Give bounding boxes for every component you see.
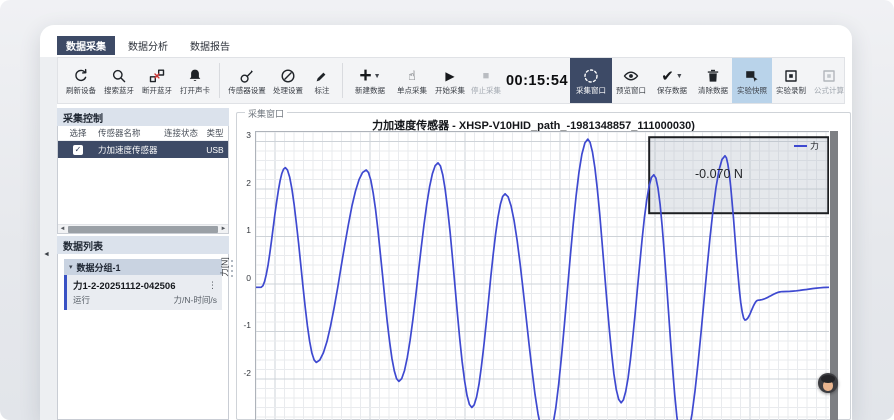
tab-data-collect[interactable]: 数据采集 xyxy=(57,36,115,55)
scroll-right-icon[interactable]: ► xyxy=(219,226,228,232)
scroll-left-icon[interactable]: ◄ xyxy=(58,226,67,232)
sensor-name: 力加速度传感器 xyxy=(98,144,160,156)
record-frame-icon xyxy=(783,67,799,86)
collect-window-button[interactable]: 采集窗口 xyxy=(570,58,612,103)
start-collect-button[interactable]: ▶ 开始采集 xyxy=(432,58,468,103)
y-tick: 1 xyxy=(233,225,251,235)
data-list-panel: 数据列表 ▾ 数据分组-1 力1-2-20251112-042506 ⋮ 运行 … xyxy=(57,236,229,420)
main-tabbar: 数据采集 数据分析 数据报告 xyxy=(57,37,239,54)
collect-control-panel: 采集控制 选择 传感器名称 连接状态 类型 ✓ 力加速度传感器 USB ◄ xyxy=(57,108,229,234)
bell-icon xyxy=(187,67,203,86)
experiment-snapshot-button[interactable]: 实验快照 xyxy=(732,58,772,103)
chevron-down-icon: ▼ xyxy=(374,73,381,80)
collect-control-header: 采集控制 xyxy=(57,108,229,126)
collect-timer: 00:15:54 xyxy=(504,58,570,103)
sensor-type: USB xyxy=(202,145,228,155)
assistant-avatar-button[interactable] xyxy=(818,373,838,393)
data-list-body: ▾ 数据分组-1 力1-2-20251112-042506 ⋮ 运行 力/N-时… xyxy=(57,254,229,420)
y-tick: -1 xyxy=(233,320,251,330)
y-tick: 0 xyxy=(233,273,251,283)
data-group-row[interactable]: ▾ 数据分组-1 xyxy=(64,259,222,275)
marker-icon xyxy=(314,67,330,86)
sensor-table: 选择 传感器名称 连接状态 类型 ✓ 力加速度传感器 USB ◄ ► xyxy=(57,126,229,234)
preview-window-button[interactable]: 预览窗口 xyxy=(612,58,650,103)
left-gutter xyxy=(40,57,57,420)
toolbar: 刷新设备 搜索蓝牙 断开蓝牙 打开声卡 xyxy=(57,57,845,104)
kebab-menu-icon[interactable]: ⋮ xyxy=(208,280,217,291)
y-tick: 3 xyxy=(233,130,251,140)
tab-data-analysis[interactable]: 数据分析 xyxy=(119,36,177,55)
sensor-settings-icon xyxy=(239,67,255,86)
sensor-table-header: 选择 传感器名称 连接状态 类型 xyxy=(58,126,228,141)
value-annotation: -0.070 N xyxy=(664,167,774,181)
data-item-axes: 力/N-时间/s xyxy=(174,294,217,306)
sensor-checkbox[interactable]: ✓ xyxy=(73,145,83,155)
dashed-circle-icon xyxy=(583,67,599,86)
stop-collect-button[interactable]: ■ 停止采集 xyxy=(468,58,504,103)
clear-data-button[interactable]: 清除数据 xyxy=(694,58,732,103)
refresh-device-button[interactable]: 刷新设备 xyxy=(62,58,100,103)
plus-icon: +▼ xyxy=(359,67,380,86)
chart-legend: 力 xyxy=(794,139,819,152)
chevron-down-icon: ▼ xyxy=(676,73,683,80)
search-icon xyxy=(111,67,127,86)
check-icon: ✔▼ xyxy=(661,67,683,86)
trash-icon xyxy=(705,67,721,86)
experiment-record-button[interactable]: 实验录制 xyxy=(772,58,810,103)
data-group-label: 数据分组-1 xyxy=(77,261,121,274)
eye-icon xyxy=(623,67,639,86)
app-canvas: ◄ 数据采集 数据分析 数据报告 刷新设备 搜索蓝牙 xyxy=(0,0,894,420)
y-tick: -2 xyxy=(233,368,251,378)
sensor-settings-button[interactable]: 传感器设置 xyxy=(225,58,269,103)
data-item-title: 力1-2-20251112-042506 xyxy=(73,278,175,292)
hand-point-icon: ☝ xyxy=(408,67,416,86)
edit-circle-icon xyxy=(280,67,296,86)
chart-plot-area[interactable]: 力 -0.070 N xyxy=(255,131,829,420)
scrollbar-thumb[interactable] xyxy=(68,226,218,233)
annotate-button[interactable]: 标注 xyxy=(307,58,337,103)
bluetooth-disconnect-icon xyxy=(149,67,165,86)
list-item[interactable]: 力1-2-20251112-042506 ⋮ 运行 力/N-时间/s xyxy=(64,275,222,310)
chevron-down-icon: ▾ xyxy=(69,263,73,271)
stop-icon: ■ xyxy=(483,67,490,86)
open-soundcard-button[interactable]: 打开声卡 xyxy=(176,58,214,103)
single-point-collect-button[interactable]: ☝ 单点采集 xyxy=(392,58,432,103)
collect-window-groupbox: 采集窗口 力加速度传感器 - XHSP-V10HID_path_-1981348… xyxy=(236,112,851,420)
y-tick: 2 xyxy=(233,178,251,188)
play-icon: ▶ xyxy=(445,67,454,86)
y-axis-label: 力[N] xyxy=(219,257,231,276)
panel-collapse-arrow[interactable]: ◄ xyxy=(43,251,50,258)
process-settings-button[interactable]: 处理设置 xyxy=(269,58,307,103)
save-data-button[interactable]: ✔▼ 保存数据 xyxy=(650,58,694,103)
toolbar-separator xyxy=(219,63,220,98)
toolbar-separator xyxy=(342,63,343,98)
new-data-button[interactable]: +▼ 新建数据 xyxy=(348,58,392,103)
formula-frame-icon xyxy=(821,67,837,86)
search-bluetooth-button[interactable]: 搜索蓝牙 xyxy=(100,58,138,103)
data-item-status: 运行 xyxy=(73,294,90,306)
legend-label: 力 xyxy=(810,139,819,152)
tab-data-report[interactable]: 数据报告 xyxy=(181,36,239,55)
horizontal-scrollbar[interactable]: ◄ ► xyxy=(58,224,228,233)
app-window: ◄ 数据采集 数据分析 数据报告 刷新设备 搜索蓝牙 xyxy=(40,25,852,420)
disconnect-bluetooth-button[interactable]: 断开蓝牙 xyxy=(138,58,176,103)
data-list-header: 数据列表 xyxy=(57,236,229,254)
table-row[interactable]: ✓ 力加速度传感器 USB xyxy=(58,141,228,158)
snapshot-icon xyxy=(744,67,760,86)
refresh-icon xyxy=(73,67,89,86)
formula-calc-button[interactable]: 公式计算 xyxy=(810,58,845,103)
legend-line-swatch xyxy=(794,145,807,147)
